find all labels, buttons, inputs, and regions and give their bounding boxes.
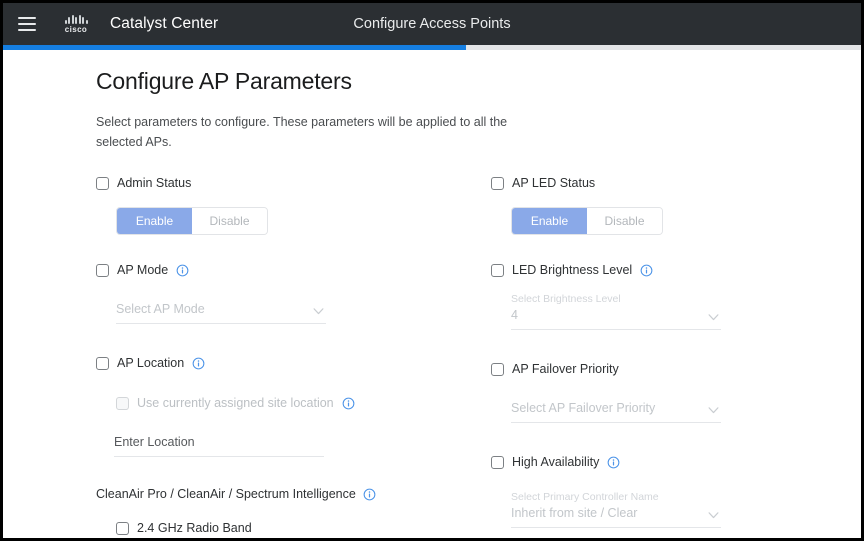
ap-failover-priority-row[interactable]: AP Failover Priority	[491, 360, 831, 378]
ap-location-checkbox[interactable]	[96, 356, 109, 370]
cisco-wordmark: cisco	[64, 24, 88, 34]
cisco-bars-icon	[64, 14, 88, 24]
ap-mode-checkbox[interactable]	[96, 263, 109, 277]
cleanair-label: CleanAir Pro / CleanAir / Spectrum Intel…	[96, 487, 356, 501]
radio-band-24-row[interactable]: 2.4 GHz Radio Band	[116, 519, 436, 537]
high-availability-label: High Availability	[512, 455, 600, 469]
high-availability-row[interactable]: High Availability	[491, 453, 831, 471]
ap-led-status-row[interactable]: AP LED Status	[491, 174, 831, 192]
info-circle-icon[interactable]	[342, 397, 355, 410]
chevron-down-icon[interactable]	[708, 314, 719, 321]
admin-status-toggle-group[interactable]: Enable Disable	[116, 207, 268, 235]
info-circle-icon[interactable]	[192, 357, 205, 370]
ap-location-row[interactable]: AP Location	[96, 354, 436, 372]
info-circle-icon[interactable]	[607, 456, 620, 469]
ap-location-label: AP Location	[117, 356, 185, 370]
ap-location-input[interactable]: Enter Location	[114, 434, 324, 457]
left-parameters-column: Admin Status Enable Disable AP Mode Sele…	[96, 174, 436, 538]
ap-failover-priority-placeholder: Select AP Failover Priority	[511, 401, 656, 415]
right-parameters-column: AP LED Status Enable Disable LED Brightn…	[491, 174, 831, 538]
cleanair-section-header: CleanAir Pro / CleanAir / Spectrum Intel…	[96, 487, 436, 501]
ap-failover-priority-label: AP Failover Priority	[512, 362, 619, 376]
admin-status-checkbox[interactable]	[96, 176, 109, 190]
led-brightness-select[interactable]: Select Brightness Level 4	[511, 293, 721, 330]
primary-controller-value: Inherit from site / Clear	[511, 506, 638, 520]
ap-led-status-checkbox[interactable]	[491, 176, 504, 190]
led-brightness-float-label: Select Brightness Level	[511, 293, 621, 305]
radio-band-24-label: 2.4 GHz Radio Band	[137, 521, 252, 535]
use-site-location-label: Use currently assigned site location	[137, 396, 334, 410]
admin-status-label: Admin Status	[117, 176, 192, 190]
info-circle-icon[interactable]	[176, 264, 189, 277]
main-content: Configure AP Parameters Select parameter…	[3, 50, 861, 538]
page-title: Configure AP Parameters	[96, 68, 352, 94]
led-brightness-row[interactable]: LED Brightness Level	[491, 261, 831, 279]
ap-mode-placeholder: Select AP Mode	[116, 302, 205, 316]
app-window: cisco Catalyst Center Configure Access P…	[0, 0, 864, 541]
parameters-columns: Admin Status Enable Disable AP Mode Sele…	[3, 174, 861, 538]
use-site-location-checkbox[interactable]	[116, 396, 129, 410]
ap-led-status-disable-button[interactable]: Disable	[587, 208, 662, 234]
admin-status-row[interactable]: Admin Status	[96, 174, 436, 192]
ap-mode-label: AP Mode	[117, 263, 169, 277]
chevron-down-icon[interactable]	[708, 407, 719, 414]
high-availability-checkbox[interactable]	[491, 455, 504, 469]
ap-led-status-label: AP LED Status	[512, 176, 596, 190]
admin-status-disable-button[interactable]: Disable	[192, 208, 267, 234]
led-brightness-value: 4	[511, 308, 518, 322]
hamburger-menu-icon[interactable]	[18, 17, 36, 31]
ap-failover-priority-select[interactable]: Select AP Failover Priority	[511, 400, 721, 423]
ap-led-status-toggle-group[interactable]: Enable Disable	[511, 207, 663, 235]
use-site-location-row[interactable]: Use currently assigned site location	[116, 394, 436, 412]
ap-led-status-enable-button[interactable]: Enable	[512, 208, 587, 234]
info-circle-icon[interactable]	[363, 488, 376, 501]
cisco-logo: cisco	[56, 14, 96, 34]
chevron-down-icon[interactable]	[313, 308, 324, 315]
info-circle-icon[interactable]	[640, 264, 653, 277]
led-brightness-checkbox[interactable]	[491, 263, 504, 277]
ap-failover-priority-checkbox[interactable]	[491, 362, 504, 376]
page-description: Select parameters to configure. These pa…	[96, 115, 508, 149]
primary-controller-float-label: Select Primary Controller Name	[511, 491, 659, 503]
radio-band-24-checkbox[interactable]	[116, 521, 129, 535]
ap-location-placeholder: Enter Location	[114, 435, 195, 449]
chevron-down-icon[interactable]	[708, 512, 719, 519]
led-brightness-label: LED Brightness Level	[512, 263, 633, 277]
ap-mode-row[interactable]: AP Mode	[96, 261, 436, 279]
top-header-bar: cisco Catalyst Center Configure Access P…	[3, 3, 861, 45]
ap-mode-select[interactable]: Select AP Mode	[116, 301, 326, 324]
admin-status-enable-button[interactable]: Enable	[117, 208, 192, 234]
app-title: Catalyst Center	[110, 15, 219, 32]
primary-controller-select[interactable]: Select Primary Controller Name Inherit f…	[511, 491, 721, 528]
